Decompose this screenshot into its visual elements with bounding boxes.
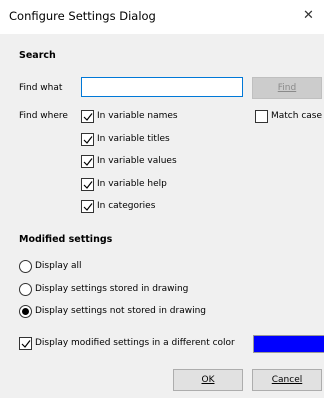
checkbox-match-case[interactable] [255,110,268,123]
checkmark-icon [83,181,93,189]
different-color-label: Display modified settings in a different… [35,338,235,348]
checkmark-icon [83,158,93,166]
checkbox-label: In variable names [97,111,178,121]
find-where-label: Find where [19,111,68,121]
find-button[interactable]: Find [252,77,322,99]
modified-settings-heading: Modified settings [19,234,113,245]
ok-button-label: OK [201,375,215,385]
checkbox-label: In categories [97,201,156,211]
find-button-label: Find [277,83,297,93]
title-bar: Configure Settings Dialog ✕ [0,0,324,34]
checkbox-variable-help[interactable] [81,178,94,191]
checkbox-variable-values[interactable] [81,155,94,168]
search-heading: Search [19,50,56,61]
cancel-button[interactable]: Cancel [252,369,322,391]
checkbox-label: In variable values [97,156,177,166]
window-title: Configure Settings Dialog [9,9,156,23]
checkbox-variable-titles[interactable] [81,133,94,146]
radio-label: Display settings not stored in drawing [35,306,206,316]
radio-label: Display all [35,261,82,271]
color-picker-swatch[interactable] [253,335,324,353]
checkbox-label: In variable titles [97,134,170,144]
checkmark-icon [21,340,31,348]
find-what-label: Find what [19,83,63,93]
match-case-label: Match case [271,111,323,121]
checkmark-icon [83,136,93,144]
checkbox-variable-names[interactable] [81,110,94,123]
ok-button[interactable]: OK [173,369,243,391]
find-what-input[interactable] [81,77,243,97]
checkbox-categories[interactable] [81,200,94,213]
radio-selected-dot [22,308,29,315]
close-icon[interactable]: ✕ [303,9,314,23]
radio-stored-in-drawing[interactable] [19,283,32,296]
cancel-button-label: Cancel [271,375,303,385]
checkbox-label: In variable help [97,179,167,189]
checkbox-different-color[interactable] [19,337,32,350]
checkmark-icon [83,113,93,121]
radio-display-all[interactable] [19,260,32,273]
checkmark-icon [83,203,93,211]
radio-not-stored-in-drawing[interactable] [19,305,32,318]
radio-label: Display settings stored in drawing [35,284,189,294]
